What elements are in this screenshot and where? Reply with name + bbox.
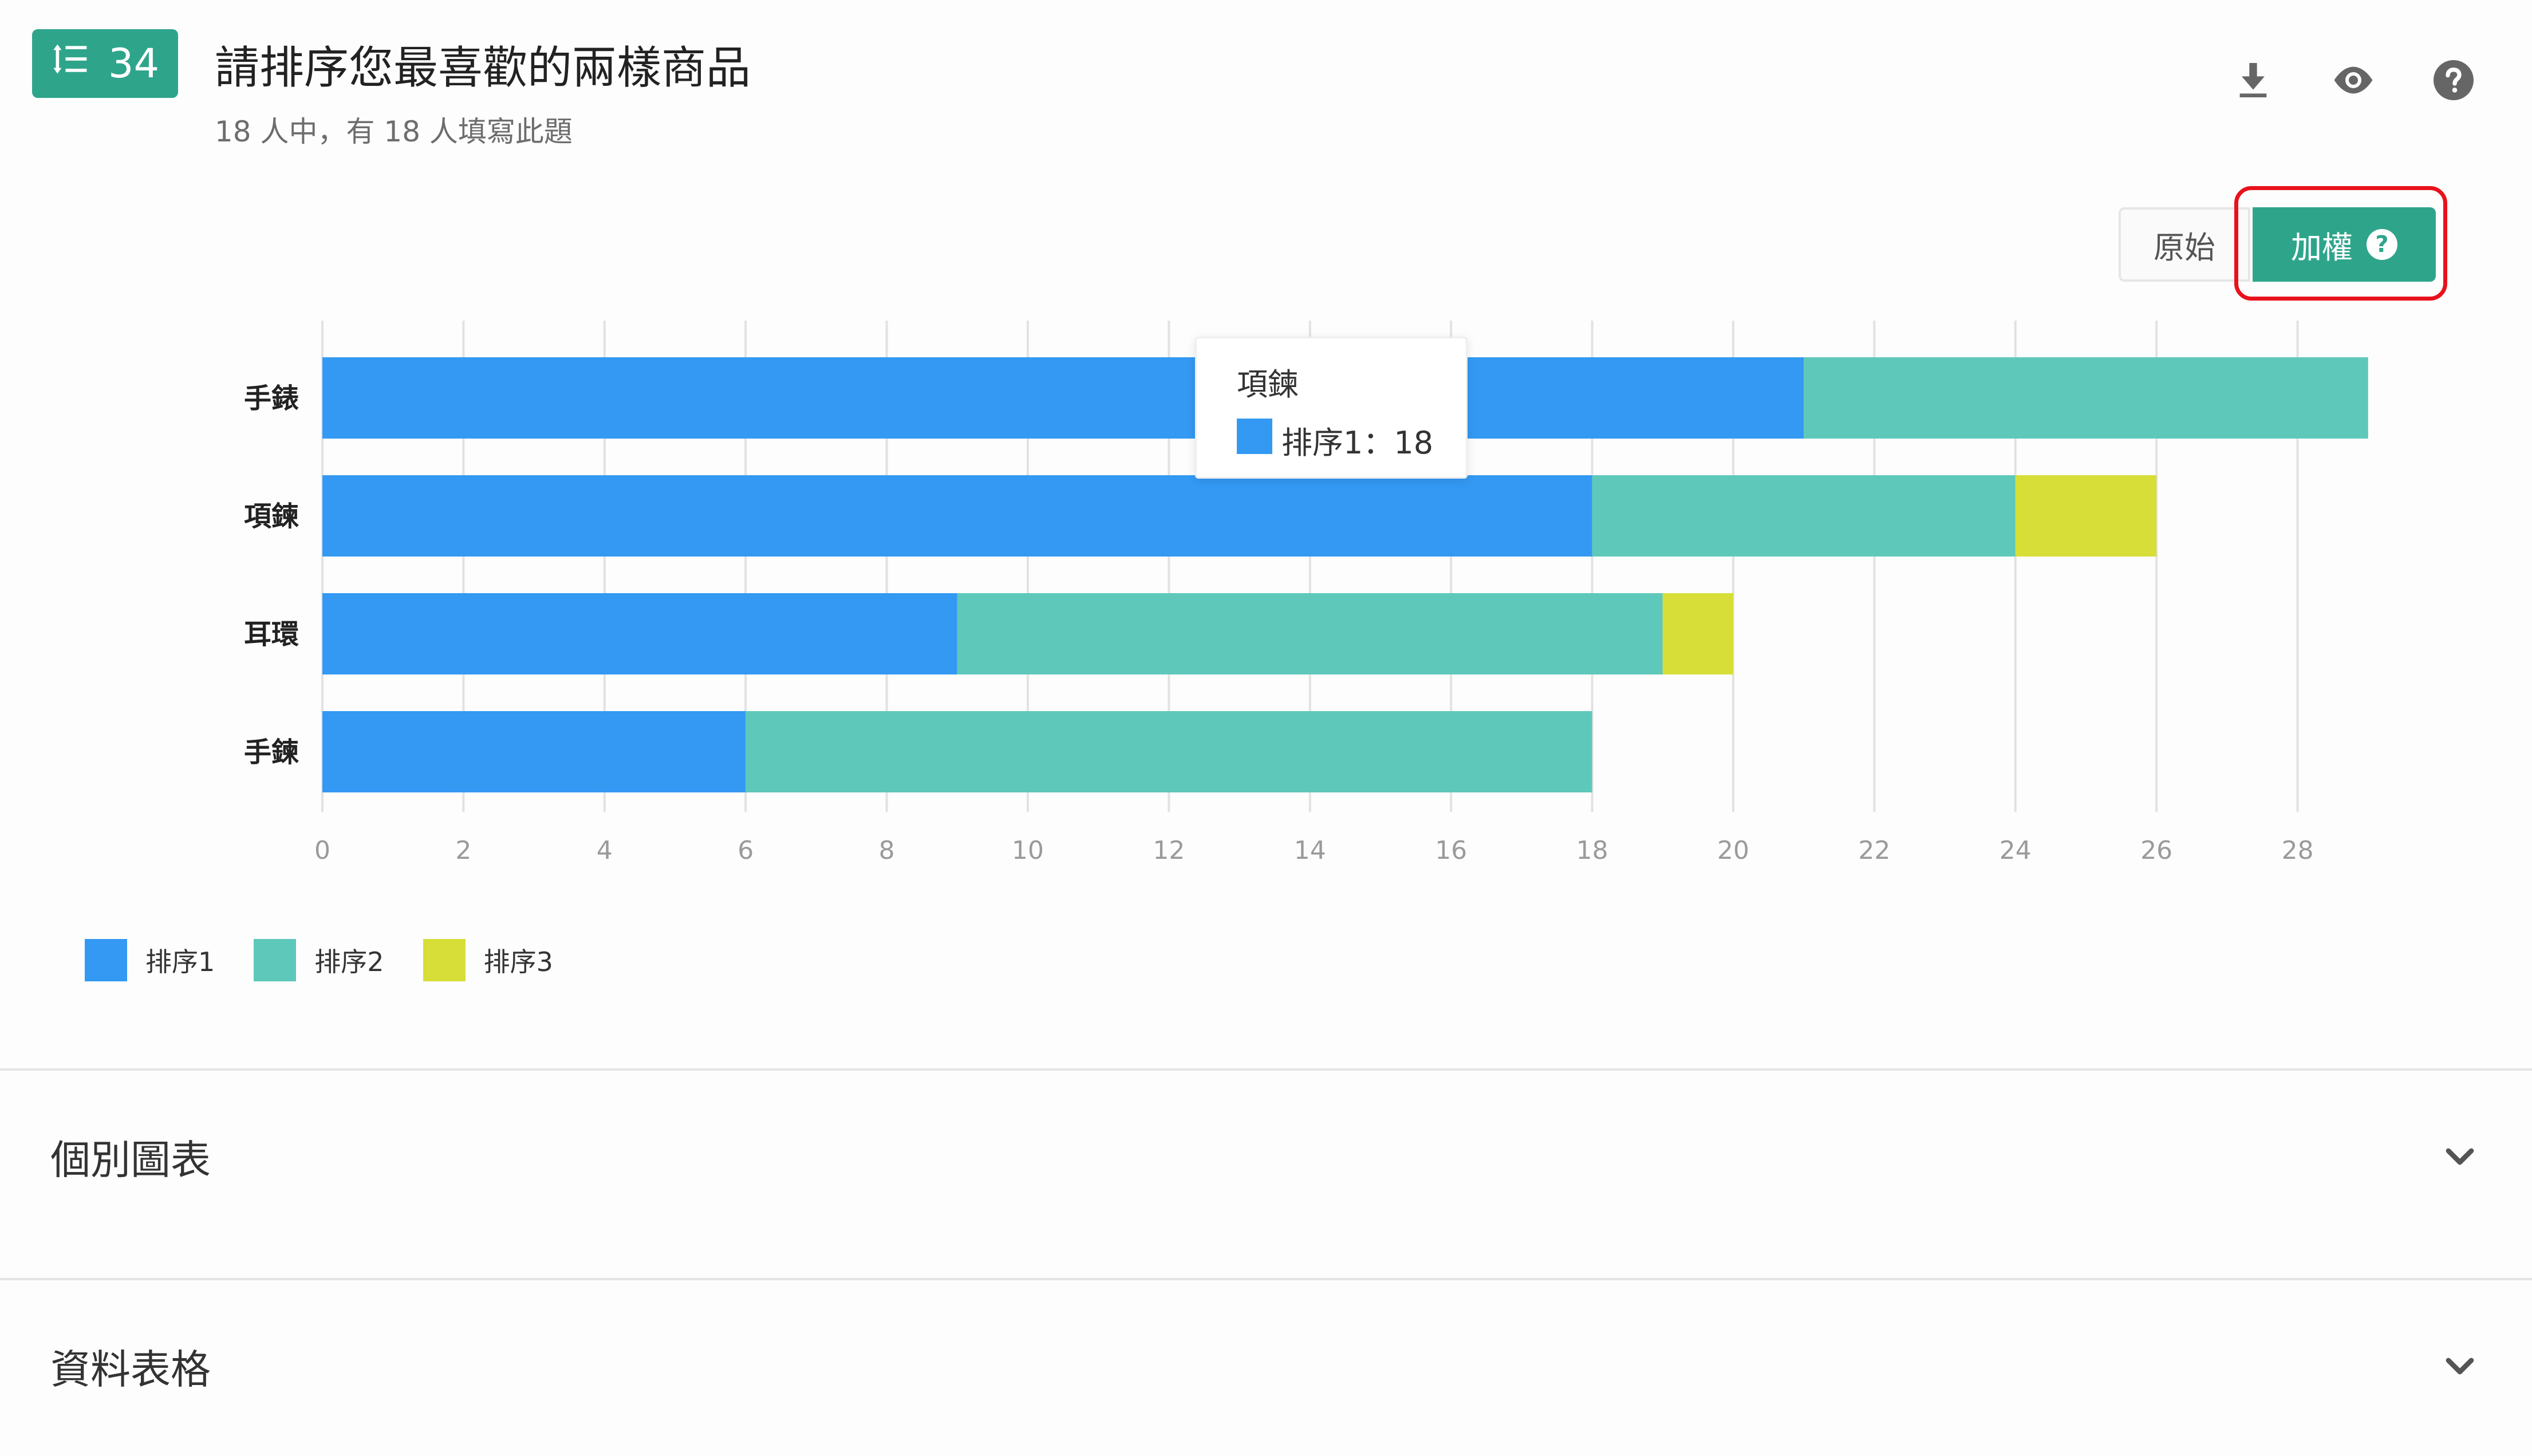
- legend-item[interactable]: 排序2: [254, 939, 384, 981]
- x-tick-label: 14: [1294, 836, 1326, 865]
- x-tick-label: 12: [1153, 836, 1185, 865]
- bar-segment[interactable]: [2015, 475, 2157, 557]
- x-tick-label: 24: [1999, 836, 2032, 865]
- x-tick-label: 2: [455, 836, 471, 865]
- legend-label: 排序2: [314, 946, 384, 977]
- bar-segment[interactable]: [957, 593, 1663, 674]
- y-category-label: 耳環: [244, 618, 299, 650]
- x-tick-label: 18: [1576, 836, 1608, 865]
- section-individual-charts[interactable]: 個別圖表: [0, 1071, 2532, 1242]
- x-tick-label: 22: [1858, 836, 1890, 865]
- legend-swatch: [423, 939, 466, 981]
- chevron-down-icon: [2446, 1148, 2474, 1165]
- chart-legend: 排序1 排序2 排序3: [85, 939, 553, 981]
- legend-swatch: [85, 939, 127, 981]
- bar-segment[interactable]: [322, 711, 746, 792]
- y-category-label: 手錶: [244, 382, 299, 415]
- section-data-table[interactable]: 資料表格: [0, 1280, 2532, 1452]
- section-label: 個別圖表: [50, 1136, 211, 1183]
- bar-segment[interactable]: [1592, 475, 2016, 557]
- section-label: 資料表格: [50, 1345, 211, 1393]
- legend-item[interactable]: 排序1: [85, 939, 215, 981]
- legend-swatch: [254, 939, 297, 981]
- bar-segment[interactable]: [746, 711, 1592, 792]
- legend-item[interactable]: 排序3: [423, 939, 553, 981]
- x-tick-label: 16: [1435, 836, 1467, 865]
- legend-label: 排序1: [145, 946, 215, 977]
- bar-segment[interactable]: [322, 593, 957, 674]
- tooltip-value: 排序1：18: [1281, 425, 1434, 461]
- tooltip-swatch: [1237, 419, 1272, 454]
- legend-label: 排序3: [483, 946, 553, 977]
- bar-segment[interactable]: [1662, 593, 1733, 674]
- chevron-down-icon: [2446, 1358, 2474, 1375]
- bar-segment[interactable]: [322, 357, 1804, 439]
- x-tick-label: 6: [737, 836, 754, 865]
- tooltip-title: 項鍊: [1237, 366, 1299, 403]
- x-tick-label: 26: [2140, 836, 2172, 865]
- x-tick-label: 0: [314, 836, 330, 865]
- bar-segment[interactable]: [1804, 357, 2368, 439]
- y-category-label: 項鍊: [244, 500, 299, 532]
- x-tick-label: 20: [1717, 836, 1749, 865]
- x-tick-label: 8: [879, 836, 895, 865]
- x-tick-label: 28: [2282, 836, 2314, 865]
- x-tick-label: 4: [597, 836, 613, 865]
- x-tick-label: 10: [1012, 836, 1044, 865]
- y-category-label: 手鍊: [244, 736, 299, 768]
- bar-segment[interactable]: [322, 475, 1592, 557]
- chart-tooltip: 項鍊 排序1：18: [1195, 337, 1468, 479]
